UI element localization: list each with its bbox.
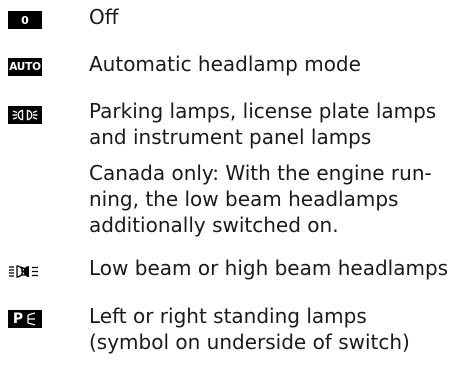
low-high-beam-description: Low beam or high beam headlamps [89,255,448,281]
standing-lamps-rays [27,312,36,326]
parking-lamps-line-1: Parking lamps, license plate lamps [89,99,437,123]
canada-note-line-3: additionally switched on. [89,213,339,237]
canada-note-line-1: Canada only: With the engine run- [89,161,432,185]
parking-lamps-symbol [12,109,38,121]
standing-lamps-icon: P [8,310,42,328]
standing-lamps-symbol: P [12,311,24,327]
auto-description-line-1: Automatic headlamp mode [89,52,361,76]
auto-headlamp-icon: AUTO [8,58,42,76]
low-high-beam-icon [8,262,42,280]
parking-lamps-icon [8,106,42,124]
off-description-line-1: Off [89,5,119,29]
off-symbol: 0 [21,13,29,27]
standing-lamps-description: Left or right standing lamps (symbol on … [89,303,410,355]
off-description: Off [89,4,119,30]
parking-lamps-line-2: and instrument panel lamps [89,125,372,149]
standing-lamps-line-2: (symbol on underside of switch) [89,330,410,354]
standing-lamps-line-1: Left or right standing lamps [89,304,367,328]
low-high-beam-line-1: Low beam or high beam headlamps [89,256,449,280]
canada-note-line-2: ning, the low beam headlamps [89,187,399,211]
canada-note-text: Canada only: With the engine run- ning, … [89,160,432,238]
off-position-icon: 0 [8,11,42,29]
auto-description: Automatic headlamp mode [89,51,361,77]
auto-symbol: AUTO [9,60,41,73]
parking-lamps-description: Parking lamps, license plate lamps and i… [89,98,436,150]
low-high-beam-symbol [9,265,38,278]
